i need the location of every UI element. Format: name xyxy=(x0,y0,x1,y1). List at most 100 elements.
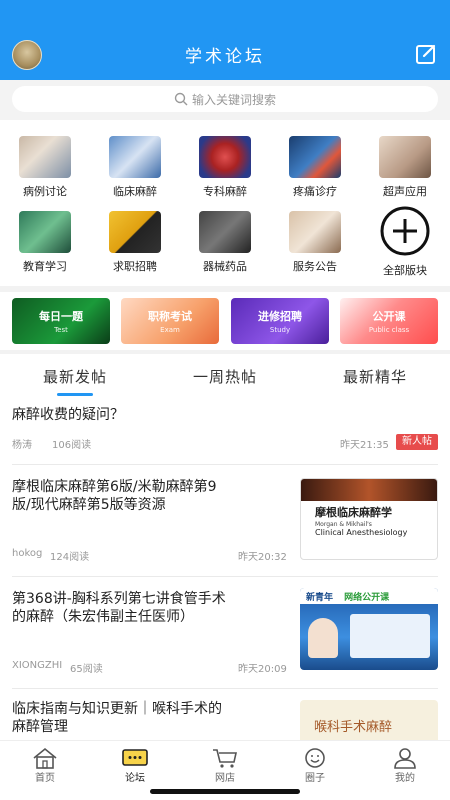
tab-mine[interactable]: 我的 xyxy=(360,747,450,784)
post-reads: 124阅读 xyxy=(50,552,90,563)
post-tabs: 最新发帖 一周热帖 最新精华 xyxy=(0,360,450,396)
category-label: 器械药品 xyxy=(203,260,247,273)
category-devices-drugs[interactable]: 器械药品 xyxy=(180,205,270,275)
clinical-anesthesia-image xyxy=(109,136,161,178)
search-bar: 输入关键词搜索 xyxy=(0,80,450,120)
category-ultrasound[interactable]: 超声应用 xyxy=(360,130,450,200)
page-title: 学术论坛 xyxy=(185,47,265,67)
post-thumbnail: 新青年 网络公开课 xyxy=(300,588,438,670)
case-discussion-image xyxy=(19,136,71,178)
banner-title: 进修招聘 xyxy=(258,310,302,323)
tab-latest-featured[interactable]: 最新精华 xyxy=(300,366,450,387)
post-divider xyxy=(12,464,438,465)
plus-circle-icon xyxy=(380,206,430,256)
category-grid: 病例讨论 临床麻醉 专科麻醉 疼痛诊疗 超声应用 教育学习 求职招聘 器械药品 … xyxy=(0,130,450,280)
post-time: 昨天21:35 xyxy=(340,440,389,451)
feature-banners: 每日一题 Test 职称考试 Exam 进修招聘 Study 公开课 Publi… xyxy=(0,298,450,348)
banner-daily-question[interactable]: 每日一题 Test xyxy=(12,298,110,344)
banner-subtitle: Test xyxy=(54,326,68,334)
post-author: XIONGZHI xyxy=(12,660,63,671)
post-reads: 65阅读 xyxy=(70,664,103,675)
banner-subtitle: Public class xyxy=(368,326,410,334)
user-icon xyxy=(394,748,416,769)
devices-drugs-image xyxy=(199,211,251,253)
post-author: 杨涛 xyxy=(12,440,32,451)
section-divider xyxy=(0,350,450,354)
thumbnail-title: 喉科手术麻醉 xyxy=(314,720,393,735)
category-pain-treatment[interactable]: 疼痛诊疗 xyxy=(270,130,360,200)
post-title-line: 版/现代麻醉第5版等资源 xyxy=(12,497,166,513)
tab-forum[interactable]: 论坛 xyxy=(90,747,180,784)
tab-label: 首页 xyxy=(35,773,55,784)
category-label: 全部版块 xyxy=(383,264,427,277)
category-label: 超声应用 xyxy=(383,185,427,198)
banner-public-class[interactable]: 公开课 Public class xyxy=(340,298,438,344)
category-label: 病例讨论 xyxy=(23,185,67,198)
category-specialty-anesthesia[interactable]: 专科麻醉 xyxy=(180,130,270,200)
new-user-badge: 新人帖 xyxy=(396,434,438,450)
thumbnail-subtitle: Morgan & Mikhail's xyxy=(315,521,372,528)
tab-latest-posts[interactable]: 最新发帖 xyxy=(0,366,150,387)
thumbnail-title: 摩根临床麻醉学 xyxy=(315,506,392,519)
category-all-boards[interactable]: 全部版块 xyxy=(360,205,450,277)
category-education[interactable]: 教育学习 xyxy=(0,205,90,275)
post-time: 昨天20:32 xyxy=(238,552,287,563)
tab-label: 我的 xyxy=(395,773,415,784)
category-label: 专科麻醉 xyxy=(203,185,247,198)
post-title-line: 的麻醉（朱宏伟副主任医师） xyxy=(12,609,194,625)
banner-title-exam[interactable]: 职称考试 Exam xyxy=(121,298,219,344)
post-time: 昨天20:09 xyxy=(238,664,287,675)
banner-subtitle: Exam xyxy=(160,326,180,334)
category-jobs[interactable]: 求职招聘 xyxy=(90,205,180,275)
banner-study-recruit[interactable]: 进修招聘 Study xyxy=(231,298,329,344)
banner-title: 职称考试 xyxy=(148,310,192,323)
banner-title: 公开课 xyxy=(372,310,406,323)
jobs-image xyxy=(109,211,161,253)
tab-weekly-hot[interactable]: 一周热帖 xyxy=(150,366,300,387)
category-label: 临床麻醉 xyxy=(113,185,157,198)
post-thumbnail: 喉科手术麻醉 xyxy=(300,700,438,740)
search-input[interactable]: 输入关键词搜索 xyxy=(12,86,438,112)
pain-treatment-image xyxy=(289,136,341,178)
post-reads: 106阅读 xyxy=(52,440,92,451)
post-thumbnail: 摩根临床麻醉学 Morgan & Mikhail's Clinical Anes… xyxy=(300,478,438,560)
tab-shop[interactable]: 网店 xyxy=(180,747,270,784)
post-title-line: 麻醉管理 xyxy=(12,719,68,735)
shopping-cart-icon xyxy=(213,749,237,768)
post-divider xyxy=(12,576,438,577)
search-placeholder: 输入关键词搜索 xyxy=(191,92,276,107)
post-title: 麻醉收费的疑问？ xyxy=(12,407,124,423)
home-icon xyxy=(33,747,57,769)
category-clinical-anesthesia[interactable]: 临床麻醉 xyxy=(90,130,180,200)
active-tab-indicator xyxy=(57,393,93,396)
tab-circle[interactable]: 圈子 xyxy=(270,747,360,784)
search-icon xyxy=(174,92,188,106)
category-label: 疼痛诊疗 xyxy=(293,185,337,198)
smile-icon xyxy=(305,748,325,768)
tab-label: 圈子 xyxy=(305,773,325,784)
forum-chat-icon xyxy=(122,749,148,766)
thumbnail-subtitle: Clinical Anesthesiology xyxy=(315,528,408,537)
service-notice-image xyxy=(289,211,341,253)
app-header: 学术论坛 xyxy=(0,0,450,80)
home-indicator xyxy=(150,789,300,794)
education-image xyxy=(19,211,71,253)
tab-label: 网店 xyxy=(215,773,235,784)
section-divider xyxy=(0,286,450,292)
banner-title: 每日一题 xyxy=(39,310,83,323)
ultrasound-image xyxy=(379,136,431,178)
banner-subtitle: Study xyxy=(269,326,291,334)
category-label: 求职招聘 xyxy=(113,260,157,273)
tab-label: 论坛 xyxy=(125,773,145,784)
tab-home[interactable]: 首页 xyxy=(0,747,90,784)
category-label: 服务公告 xyxy=(293,260,337,273)
category-label: 教育学习 xyxy=(23,260,67,273)
category-service-notice[interactable]: 服务公告 xyxy=(270,205,360,275)
post-author: hokog xyxy=(12,548,43,559)
thumbnail-brand: 新青年 xyxy=(306,593,334,603)
category-case-discussion[interactable]: 病例讨论 xyxy=(0,130,90,200)
edit-post-icon[interactable] xyxy=(414,42,438,66)
post-divider xyxy=(12,688,438,689)
specialty-anesthesia-image xyxy=(199,136,251,178)
thumbnail-topic: 网络公开课 xyxy=(344,593,390,603)
